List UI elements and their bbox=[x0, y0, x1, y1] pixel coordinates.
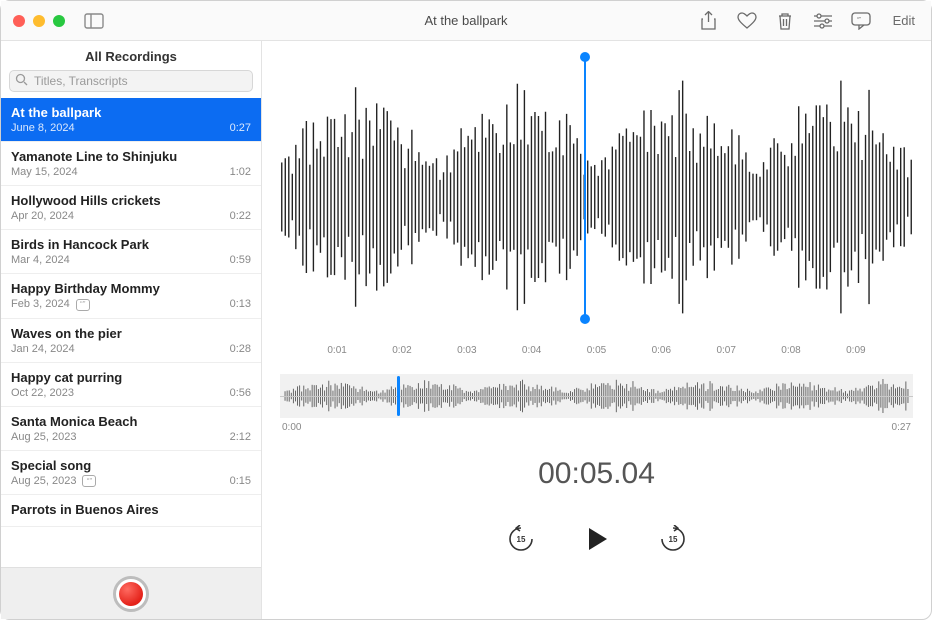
close-window-button[interactable] bbox=[13, 15, 25, 27]
recording-duration: 0:15 bbox=[230, 475, 251, 487]
recording-item[interactable]: Santa Monica Beach Aug 25, 2023 2:12 bbox=[1, 407, 261, 451]
axis-tick: 0:04 bbox=[522, 345, 541, 356]
play-button[interactable] bbox=[579, 521, 615, 557]
recording-item[interactable]: Special song Aug 25, 2023“” 0:15 bbox=[1, 451, 261, 496]
axis-tick: 0:03 bbox=[457, 345, 476, 356]
window-title: At the ballpark bbox=[424, 13, 507, 28]
recording-date: Aug 25, 2023 bbox=[11, 431, 76, 443]
delete-button[interactable] bbox=[775, 11, 795, 31]
recording-item[interactable]: Yamanote Line to Shinjuku May 15, 2024 1:0… bbox=[1, 142, 261, 186]
axis-tick: 0:09 bbox=[846, 345, 865, 356]
recording-title: Yamanote Line to Shinjuku bbox=[11, 149, 251, 164]
search-input[interactable] bbox=[9, 70, 253, 92]
recording-date: Aug 25, 2023“” bbox=[11, 475, 96, 488]
recording-date: June 8, 2024 bbox=[11, 122, 75, 134]
sidebar-toggle-button[interactable] bbox=[83, 12, 105, 30]
window-controls bbox=[13, 15, 65, 27]
skip-back-label: 15 bbox=[516, 535, 525, 544]
recording-title: At the ballpark bbox=[11, 105, 251, 120]
record-button[interactable] bbox=[113, 576, 149, 612]
recording-duration: 0:22 bbox=[230, 210, 251, 222]
recording-item[interactable]: Parrots in Buenos Aires bbox=[1, 495, 261, 527]
recording-duration: 0:13 bbox=[230, 298, 251, 310]
recordings-list: At the ballpark June 8, 2024 0:27 Yamanote … bbox=[1, 98, 261, 567]
recording-date: Feb 3, 2024“” bbox=[11, 298, 90, 311]
toolbar-right: “” Edit bbox=[699, 11, 919, 31]
playback-controls: 15 15 bbox=[280, 521, 913, 557]
sidebar-header: All Recordings bbox=[1, 41, 261, 70]
axis-tick: 0:08 bbox=[781, 345, 800, 356]
overview-end-time: 0:27 bbox=[892, 422, 911, 433]
record-icon bbox=[119, 582, 143, 606]
current-time: 00:05.04 bbox=[280, 457, 913, 491]
svg-text:“”: “” bbox=[857, 17, 861, 23]
edit-button[interactable]: Edit bbox=[889, 13, 919, 28]
fullscreen-window-button[interactable] bbox=[53, 15, 65, 27]
sidebar: All Recordings At the ballpark June 8, 20… bbox=[1, 41, 262, 619]
recording-title: Birds in Hancock Park bbox=[11, 237, 251, 252]
recording-title: Waves on the pier bbox=[11, 326, 251, 341]
recording-duration: 0:27 bbox=[230, 122, 251, 134]
detail-pane: 0:01 0:02 0:03 0:04 0:05 0:06 0:07 0:08 0:09 0:0… bbox=[262, 41, 931, 619]
axis-tick: 0:01 bbox=[327, 345, 346, 356]
recording-duration: 0:28 bbox=[230, 343, 251, 355]
recording-date: Jan 24, 2024 bbox=[11, 343, 75, 355]
axis-tick: 0:05 bbox=[587, 345, 606, 356]
overview-start-time: 0:00 bbox=[282, 422, 301, 433]
recording-item[interactable]: Birds in Hancock Park Mar 4, 2024 0:59 bbox=[1, 230, 261, 274]
recording-duration: 1:02 bbox=[230, 166, 251, 178]
recording-duration: 0:59 bbox=[230, 254, 251, 266]
titlebar: At the ballpark bbox=[1, 1, 931, 41]
skip-forward-label: 15 bbox=[668, 535, 677, 544]
axis-tick: 0:06 bbox=[652, 345, 671, 356]
share-button[interactable] bbox=[699, 11, 719, 31]
recording-item[interactable]: Waves on the pier Jan 24, 2024 0:28 bbox=[1, 319, 261, 363]
recording-duration: 2:12 bbox=[230, 431, 251, 443]
recording-date: Mar 4, 2024 bbox=[11, 254, 70, 266]
axis-tick: 0:02 bbox=[392, 345, 411, 356]
record-bar bbox=[1, 567, 261, 619]
skip-forward-button[interactable]: 15 bbox=[655, 521, 691, 557]
recording-title: Happy Birthday Mommy bbox=[11, 281, 251, 296]
recording-item[interactable]: At the ballpark June 8, 2024 0:27 bbox=[1, 98, 261, 142]
transcript-badge-icon: “” bbox=[76, 299, 90, 311]
recording-item[interactable]: Hollywood Hills crickets Apr 20, 2024 0:22 bbox=[1, 186, 261, 230]
waveform-overview[interactable] bbox=[280, 374, 913, 418]
recording-title: Santa Monica Beach bbox=[11, 414, 251, 429]
settings-button[interactable] bbox=[813, 11, 833, 31]
recording-title: Hollywood Hills crickets bbox=[11, 193, 251, 208]
playhead[interactable] bbox=[584, 57, 586, 319]
recording-title: Special song bbox=[11, 458, 251, 473]
recording-date: Oct 22, 2023 bbox=[11, 387, 74, 399]
recording-item[interactable]: Happy cat purring Oct 22, 2023 0:56 bbox=[1, 363, 261, 407]
axis-tick: 0:07 bbox=[716, 345, 735, 356]
recording-date: May 15, 2024 bbox=[11, 166, 78, 178]
recording-item[interactable]: Happy Birthday Mommy Feb 3, 2024“” 0:13 bbox=[1, 274, 261, 319]
transcript-button[interactable]: “” bbox=[851, 11, 871, 31]
overview-playhead[interactable] bbox=[397, 376, 400, 416]
recording-duration: 0:56 bbox=[230, 387, 251, 399]
transcript-badge-icon: “” bbox=[82, 475, 96, 487]
recording-date: Apr 20, 2024 bbox=[11, 210, 74, 222]
search-icon bbox=[15, 73, 28, 91]
time-axis: 0:01 0:02 0:03 0:04 0:05 0:06 0:07 0:08 0:09 bbox=[280, 341, 913, 356]
recording-title: Parrots in Buenos Aires bbox=[11, 502, 251, 517]
favorite-button[interactable] bbox=[737, 11, 757, 31]
recording-title: Happy cat purring bbox=[11, 370, 251, 385]
waveform-detail[interactable] bbox=[280, 57, 913, 337]
skip-back-button[interactable]: 15 bbox=[503, 521, 539, 557]
minimize-window-button[interactable] bbox=[33, 15, 45, 27]
